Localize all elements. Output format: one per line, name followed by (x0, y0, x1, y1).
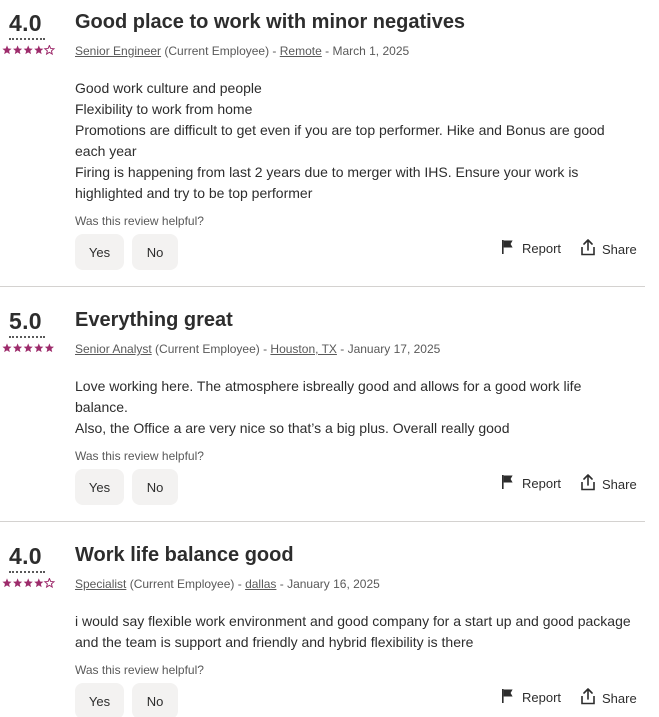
rating-value: 4.0 (9, 542, 45, 573)
job-title-link[interactable]: Specialist (75, 577, 126, 591)
flag-icon (500, 239, 516, 258)
star-filled-icon (23, 343, 33, 353)
review-body-line: Promotions are difficult to get even if … (75, 122, 605, 159)
report-button[interactable]: Report (500, 688, 561, 707)
review-body-line: Also, the Office a are very nice so that… (75, 420, 510, 436)
star-filled-icon (2, 578, 12, 588)
review-content: Work life balance good Specialist (Curre… (75, 542, 659, 653)
report-label: Report (522, 241, 562, 256)
star-filled-icon (23, 45, 33, 55)
report-label: Report (522, 690, 562, 705)
share-button[interactable]: Share (580, 239, 637, 259)
rating-block: 5.0 (0, 307, 56, 353)
star-filled-icon (13, 343, 23, 353)
review-content: Good place to work with minor negatives … (75, 9, 659, 204)
employment-status: (Current Employee) - (161, 44, 280, 58)
share-button[interactable]: Share (580, 474, 637, 494)
star-filled-icon (2, 343, 12, 353)
flag-icon (500, 474, 516, 493)
review-meta: Senior Engineer (Current Employee) - Rem… (75, 43, 659, 59)
star-empty-icon (43, 45, 56, 55)
share-label: Share (602, 690, 637, 706)
star-filled-icon (2, 45, 12, 55)
employment-status: (Current Employee) - (151, 342, 271, 356)
review-date: - March 1, 2025 (321, 44, 410, 58)
report-button[interactable]: Report (500, 474, 561, 493)
review-date: - January 16, 2025 (276, 577, 380, 591)
rating-value: 4.0 (9, 9, 45, 40)
star-rating (2, 343, 54, 353)
report-label: Report (522, 476, 562, 491)
review-title: Good place to work with minor negatives (75, 11, 466, 33)
location-link[interactable]: Houston, TX (270, 342, 336, 356)
review-divider (0, 521, 645, 522)
review-body: Love working here. The atmosphere isbrea… (75, 376, 635, 439)
review-title: Everything great (75, 309, 233, 331)
rating-block: 4.0 (0, 9, 56, 55)
no-button[interactable]: No (132, 683, 178, 717)
no-button[interactable]: No (132, 469, 178, 505)
review-body: Good work culture and people Flexibility… (75, 78, 635, 204)
star-rating (2, 578, 56, 588)
star-filled-icon (34, 578, 44, 588)
share-label: Share (602, 476, 637, 492)
helpful-prompt: Was this review helpful? (75, 663, 204, 677)
star-filled-icon (13, 578, 23, 588)
yes-button[interactable]: Yes (75, 683, 124, 717)
job-title-link[interactable]: Senior Engineer (75, 44, 161, 58)
helpful-prompt: Was this review helpful? (75, 449, 204, 463)
star-filled-icon (44, 343, 54, 353)
review-body-line: Firing is happening from last 2 years du… (75, 164, 579, 201)
helpful-prompt: Was this review helpful? (75, 214, 204, 228)
review-body-line: Good work culture and people (75, 80, 262, 96)
job-title-link[interactable]: Senior Analyst (75, 342, 152, 356)
star-filled-icon (13, 45, 23, 55)
no-button[interactable]: No (132, 234, 178, 270)
rating-block: 4.0 (0, 542, 56, 588)
share-icon (580, 474, 596, 494)
location-link[interactable]: dallas (245, 577, 276, 591)
review-divider (0, 286, 645, 287)
review-date: - January 17, 2025 (336, 342, 441, 356)
star-filled-icon (23, 578, 33, 588)
location-link[interactable]: Remote (280, 44, 322, 58)
flag-icon (500, 688, 516, 707)
report-button[interactable]: Report (500, 239, 561, 258)
share-label: Share (602, 241, 637, 257)
yes-button[interactable]: Yes (75, 234, 124, 270)
yes-button[interactable]: Yes (75, 469, 124, 505)
star-filled-icon (34, 45, 44, 55)
rating-value: 5.0 (9, 307, 45, 338)
review-body-line: Love working here. The atmosphere isbrea… (75, 378, 582, 415)
star-rating (2, 45, 56, 55)
review-meta: Senior Analyst (Current Employee) - Hous… (75, 341, 659, 357)
share-icon (580, 239, 596, 259)
review-meta: Specialist (Current Employee) - dallas -… (75, 576, 659, 592)
star-filled-icon (34, 343, 44, 353)
share-button[interactable]: Share (580, 688, 637, 708)
review-content: Everything great Senior Analyst (Current… (75, 307, 659, 439)
star-empty-icon (43, 578, 56, 588)
employment-status: (Current Employee) - (126, 577, 246, 591)
review-body: i would say flexible work environment an… (75, 611, 635, 653)
review-body-line: Flexibility to work from home (75, 101, 253, 117)
share-icon (580, 688, 596, 708)
review-body-line: i would say flexible work environment an… (75, 613, 631, 650)
review-title: Work life balance good (75, 544, 294, 566)
